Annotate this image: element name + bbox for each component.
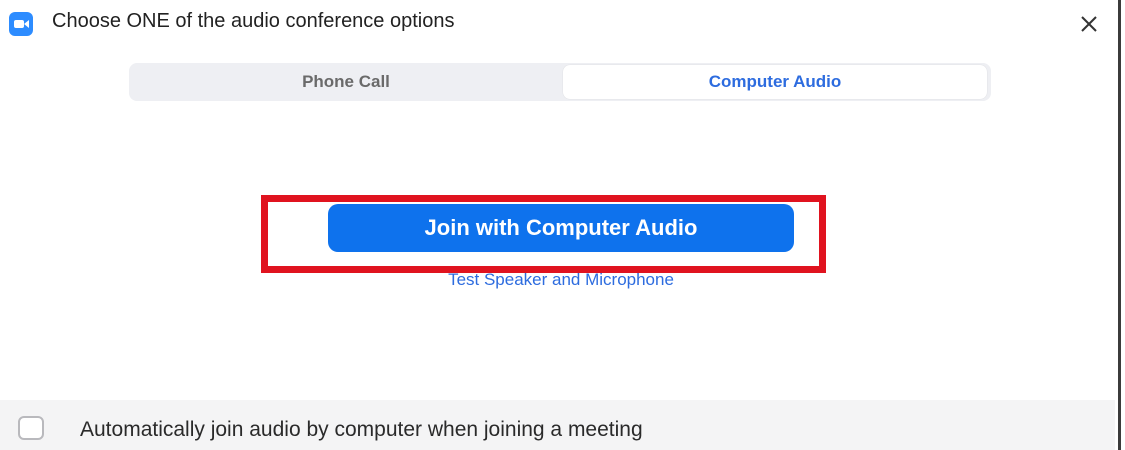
audio-option-tabs: Phone Call Computer Audio (129, 63, 991, 101)
close-icon (1081, 16, 1097, 32)
tab-phone-call[interactable]: Phone Call (131, 65, 561, 99)
tab-computer-audio[interactable]: Computer Audio (563, 65, 987, 99)
window-edge-divider (1118, 0, 1121, 450)
zoom-camera-icon (9, 12, 33, 36)
close-button[interactable] (1072, 6, 1106, 40)
title-bar: Choose ONE of the audio conference optio… (0, 0, 1115, 46)
footer-bar: Automatically join audio by computer whe… (0, 400, 1115, 450)
test-speaker-microphone-link[interactable]: Test Speaker and Microphone (380, 270, 742, 290)
auto-join-checkbox[interactable] (18, 416, 44, 440)
dialog-title: Choose ONE of the audio conference optio… (52, 10, 455, 32)
join-computer-audio-button[interactable]: Join with Computer Audio (328, 204, 794, 252)
audio-conference-dialog: Choose ONE of the audio conference optio… (0, 0, 1125, 450)
auto-join-label[interactable]: Automatically join audio by computer whe… (80, 418, 643, 442)
